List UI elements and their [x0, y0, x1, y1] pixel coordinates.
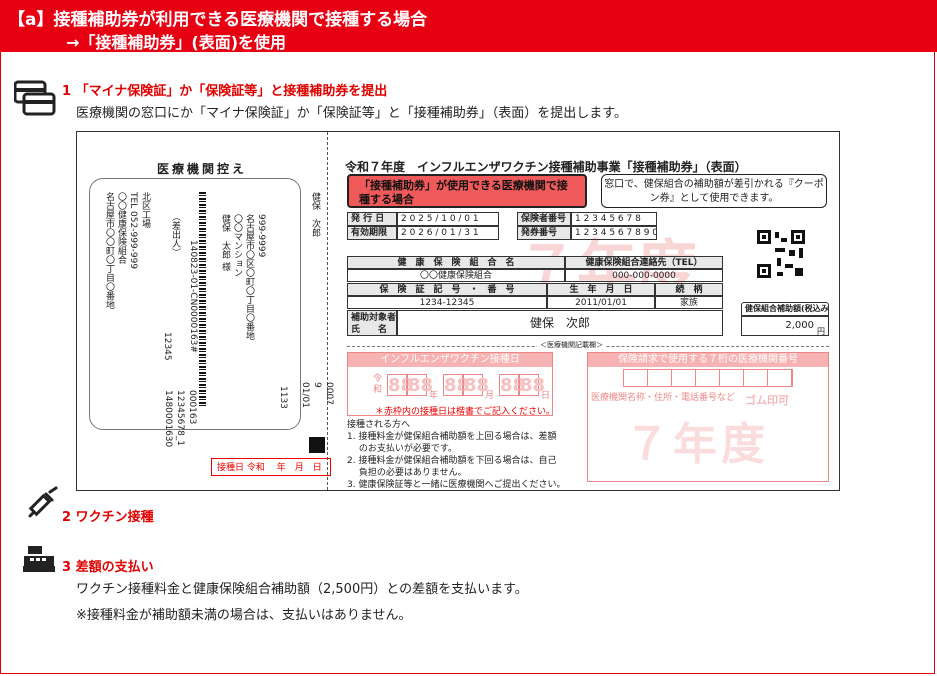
stub-code: 140823-01-CN0000163#	[188, 240, 198, 353]
union-value: 〇〇健康保険組合	[347, 269, 565, 282]
step3-desc: ワクチン接種料金と健康保険組合補助額（2,500円）との差額を支払います。	[76, 582, 528, 597]
valid-label: 有効期限	[347, 226, 397, 240]
person-value: 健保 次郎	[397, 310, 723, 336]
stub-recipient: 999-9999 名古屋市〇区〇町〇丁目〇番地 〇〇マンション 健保 太郎 様	[220, 214, 266, 340]
ticket-label: 発券番号	[517, 226, 571, 240]
year-digit: 88	[387, 374, 414, 396]
valid-value: 2 0 2 6 / 0 1 / 3 1	[397, 226, 499, 240]
stub-num4: 000163 12345678_1 1480001630	[163, 390, 197, 448]
step3-title: 3 差額の支払い	[62, 560, 154, 575]
birth-label: 生 年 月 日	[547, 283, 655, 296]
relation-label: 続 柄	[655, 283, 723, 296]
voucher-note: 窓口で、健保組合の補助額が差引かれる『クーポン券』として使用できます。	[601, 174, 827, 208]
stub-barcode	[199, 192, 206, 407]
voucher-image: 医療機関控え 北区工場 TEL 052-999-999 〇〇健康保険組合 名古屋…	[76, 131, 840, 491]
clinic-header: 保険請求で使用する７桁の医療機関番号	[588, 353, 828, 367]
header-banner: 【a】接種補助券が利用できる医療機関で接種する場合 →「接種補助券」(表面)を使…	[0, 0, 937, 52]
tel-label: 健康保険組合連絡先（TEL）	[565, 256, 723, 269]
issue-label: 発 行 日	[347, 212, 397, 226]
instructions: 接種される方へ 1. 接種料金が健保組合補助額を上回る場合は、差額 のお支払いが…	[347, 420, 566, 490]
relation-value: 家族	[655, 296, 723, 309]
voucher-stub: 医療機関控え 北区工場 TEL 052-999-999 〇〇健康保険組合 名古屋…	[77, 132, 334, 490]
amount-unit: 円	[817, 327, 825, 336]
clinic-info-label: 医療機関名称・住所・電話番号など	[591, 393, 736, 403]
stub-num2: 1133	[278, 386, 288, 409]
syringe-icon	[28, 486, 58, 518]
stub-title: 医療機関控え	[157, 162, 248, 176]
month-digit: 88	[443, 374, 470, 396]
era-label: 令 和	[373, 374, 383, 395]
register-icon	[23, 546, 55, 572]
step1-desc: 医療機関の窓口にか「マイナ保険証」か「保険証等」と「接種補助券」（表面）を提出し…	[76, 106, 627, 121]
vaccination-note: ＊赤枠内の接種日は楷書でご記入ください。	[375, 407, 556, 417]
divider-label: ＜医療機関記載欄＞	[537, 340, 606, 350]
cert-value: 1234-12345	[347, 296, 547, 309]
day-label: 日	[541, 391, 551, 401]
voucher-title: 令和７年度 インフルエンザワクチン接種補助事業「接種補助券」（表面）	[345, 160, 747, 174]
birth-value: 2011/01/01	[547, 296, 655, 309]
year-label: 年	[429, 391, 439, 401]
union-label: 健 康 保 険 組 合 名	[347, 256, 565, 269]
year-digit-2: 88	[407, 374, 434, 396]
stub-sender: 北区工場 TEL 052-999-999 〇〇健康保険組合 名古屋市〇〇町〇丁目…	[104, 192, 150, 309]
amount-value: 2,000	[741, 316, 829, 336]
day-digit: 88	[499, 374, 526, 396]
qr-code	[755, 228, 807, 280]
stub-date-field: 接種日 令和 年 月 日	[211, 458, 331, 476]
month-digit-2: 88	[463, 374, 490, 396]
clinic-number-boxes	[623, 369, 793, 387]
header-title: 【a】接種補助券が利用できる医療機関で接種する場合	[8, 10, 428, 30]
ticket-value: 1 2 3 4 5 6 7 8 9 0	[571, 226, 657, 240]
card-icon	[14, 80, 56, 116]
tel-value: 000-000-0000	[565, 269, 723, 282]
issue-value: 2 0 2 5 / 1 0 / 0 1	[397, 212, 499, 226]
person-label: 補助対象者 氏 名	[347, 310, 397, 336]
step2-title: 2 ワクチン接種	[62, 510, 154, 525]
cert-label: 保 険 証 記 号 ・ 番 号	[347, 283, 547, 296]
watermark-year-2: ７年度	[625, 419, 769, 470]
day-digit-2: 88	[519, 374, 546, 396]
stamp-label: ゴム印可	[745, 394, 789, 407]
stub-num3: 0007 9 01/01	[300, 382, 334, 408]
amount-label: 健保組合補助額(税込み)	[741, 302, 829, 316]
insurer-label: 保険者番号	[517, 212, 571, 226]
month-label: 月	[485, 391, 495, 401]
vaccination-date-header: インフルエンザワクチン接種日	[348, 353, 552, 367]
insurer-value: 1 2 3 4 5 6 7 8	[571, 212, 657, 226]
header-subtitle: →「接種補助券」(表面)を使用	[66, 33, 287, 52]
step3-note: ※接種料金が補助額未満の場合は、支払いはありません。	[76, 608, 412, 623]
stub-number: 12345	[162, 332, 172, 361]
stub-person: 健保 次郎	[310, 192, 320, 237]
stub-sender-label: （差出人）	[170, 212, 180, 257]
stub-qr-code	[309, 437, 325, 453]
voucher-red-label: 「接種補助券」が使用できる医療機関で接種する場合	[347, 174, 587, 208]
step1-title: 1 「マイナ保険証」か「保険証等」と接種補助券を提出	[62, 84, 388, 99]
